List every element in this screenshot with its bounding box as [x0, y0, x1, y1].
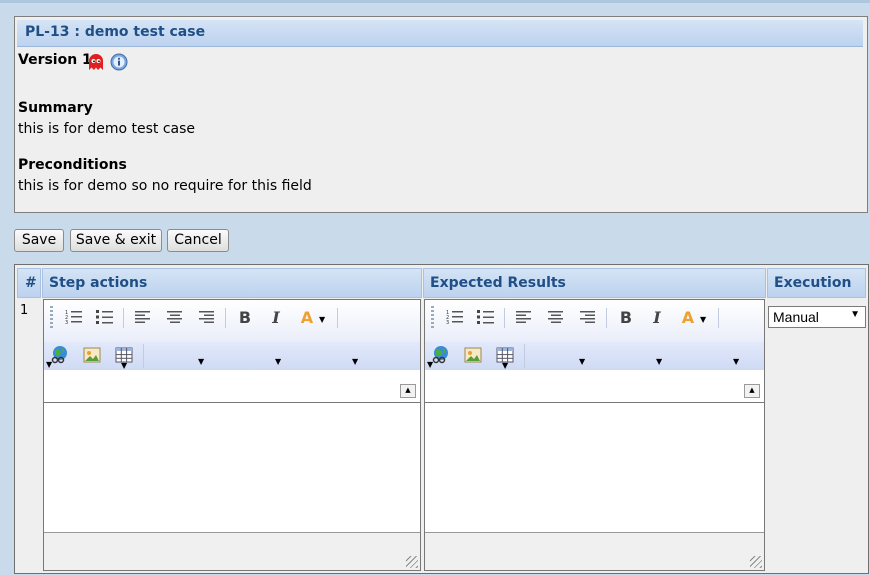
align-center-icon[interactable] — [546, 307, 566, 327]
summary-text: this is for demo test case — [18, 121, 196, 137]
steps-table: # Step actions Expected Results Executio… — [14, 264, 869, 574]
bulleted-list-icon[interactable] — [476, 307, 496, 327]
col-header-expected-results: Expected Results — [423, 268, 766, 298]
step-row-number: 1 — [20, 303, 29, 318]
expected-results-editor[interactable]: 123 B I A ▼ ▼ ▼ ▼ ▼ ▼ ▲ — [424, 299, 765, 571]
link-globe-icon[interactable] — [431, 344, 451, 364]
format-dropdown-arrow[interactable]: ▼ — [579, 357, 585, 366]
editor-status-bar — [425, 532, 764, 570]
svg-text:3: 3 — [446, 320, 449, 325]
step-actions-text-area[interactable] — [44, 403, 420, 529]
chevron-down-icon: ▼ — [850, 309, 860, 320]
editor-toolbar-row3: ▲ — [44, 370, 420, 403]
chevron-down-icon[interactable]: ▼ — [319, 315, 325, 324]
editor-toolbar-row1: 123 B I A ▼ — [425, 300, 764, 342]
col-header-execution: Execution — [767, 268, 866, 298]
info-icon[interactable] — [110, 53, 128, 71]
link-globe-icon[interactable] — [50, 344, 70, 364]
font-dropdown-arrow[interactable]: ▼ — [275, 357, 281, 366]
toolbar-separator — [337, 308, 338, 328]
bold-icon[interactable]: B — [235, 307, 255, 327]
align-right-icon[interactable] — [197, 307, 217, 327]
testcase-info-panel: PL-13 : demo test case Version 1 Summary… — [14, 16, 868, 213]
execution-select[interactable]: Manual ▼ — [768, 306, 866, 328]
version-label: Version 1 — [18, 52, 92, 68]
italic-icon[interactable]: I — [647, 307, 667, 327]
align-right-icon[interactable] — [578, 307, 598, 327]
image-icon[interactable] — [463, 345, 483, 365]
bulleted-list-icon[interactable] — [95, 307, 115, 327]
align-center-icon[interactable] — [165, 307, 185, 327]
save-button[interactable]: Save — [14, 229, 64, 252]
chevron-down-icon[interactable]: ▼ — [700, 315, 706, 324]
chevron-down-icon[interactable]: ▼ — [502, 361, 508, 370]
toolbar-separator — [225, 308, 226, 328]
top-border — [0, 0, 870, 3]
editor-toolbar-row2: ▼ ▼ ▼ ▼ ▼ — [425, 342, 764, 370]
editor-status-bar — [44, 532, 420, 570]
preconditions-label: Preconditions — [18, 157, 127, 173]
preconditions-text: this is for demo so no require for this … — [18, 178, 312, 194]
testcase-title-bar: PL-13 : demo test case — [17, 20, 863, 47]
toolbar-grip[interactable] — [50, 306, 53, 328]
col-header-step-actions: Step actions — [42, 268, 422, 298]
execution-select-value: Manual — [773, 309, 819, 325]
testcase-title: PL-13 : demo test case — [25, 24, 206, 40]
text-color-icon[interactable]: A — [297, 307, 317, 327]
chevron-down-icon[interactable]: ▼ — [427, 360, 433, 369]
toolbar-separator — [606, 308, 607, 328]
chevron-down-icon[interactable]: ▼ — [121, 361, 127, 370]
cancel-button[interactable]: Cancel — [167, 229, 229, 252]
expected-results-text-area[interactable] — [425, 403, 764, 529]
format-dropdown-arrow[interactable]: ▼ — [198, 357, 204, 366]
toolbar-separator — [123, 308, 124, 328]
toolbar-separator — [504, 308, 505, 328]
svg-text:3: 3 — [65, 320, 68, 325]
size-dropdown-arrow[interactable]: ▼ — [733, 357, 739, 366]
scroll-up-button[interactable]: ▲ — [744, 384, 760, 398]
resize-handle[interactable] — [750, 556, 762, 568]
font-dropdown-arrow[interactable]: ▼ — [656, 357, 662, 366]
ghost-icon[interactable] — [87, 53, 105, 71]
toolbar-separator — [143, 344, 144, 368]
summary-label: Summary — [18, 100, 93, 116]
editor-toolbar-row3: ▲ — [425, 370, 764, 403]
text-color-icon[interactable]: A — [678, 307, 698, 327]
chevron-down-icon[interactable]: ▼ — [46, 360, 52, 369]
align-left-icon[interactable] — [514, 307, 534, 327]
italic-icon[interactable]: I — [266, 307, 286, 327]
step-actions-editor[interactable]: 123 B I A ▼ ▼ ▼ ▼ ▼ ▼ ▲ — [43, 299, 421, 571]
numbered-list-icon[interactable]: 123 — [64, 307, 84, 327]
toolbar-separator — [718, 308, 719, 328]
size-dropdown-arrow[interactable]: ▼ — [352, 357, 358, 366]
save-exit-button[interactable]: Save & exit — [70, 229, 162, 252]
bold-icon[interactable]: B — [616, 307, 636, 327]
image-icon[interactable] — [82, 345, 102, 365]
toolbar-grip[interactable] — [431, 306, 434, 328]
align-left-icon[interactable] — [133, 307, 153, 327]
toolbar-separator — [524, 344, 525, 368]
resize-handle[interactable] — [406, 556, 418, 568]
editor-toolbar-row1: 123 B I A ▼ — [44, 300, 420, 342]
editor-toolbar-row2: ▼ ▼ ▼ ▼ ▼ — [44, 342, 420, 370]
col-header-number: # — [17, 268, 41, 298]
numbered-list-icon[interactable]: 123 — [445, 307, 465, 327]
scroll-up-button[interactable]: ▲ — [400, 384, 416, 398]
